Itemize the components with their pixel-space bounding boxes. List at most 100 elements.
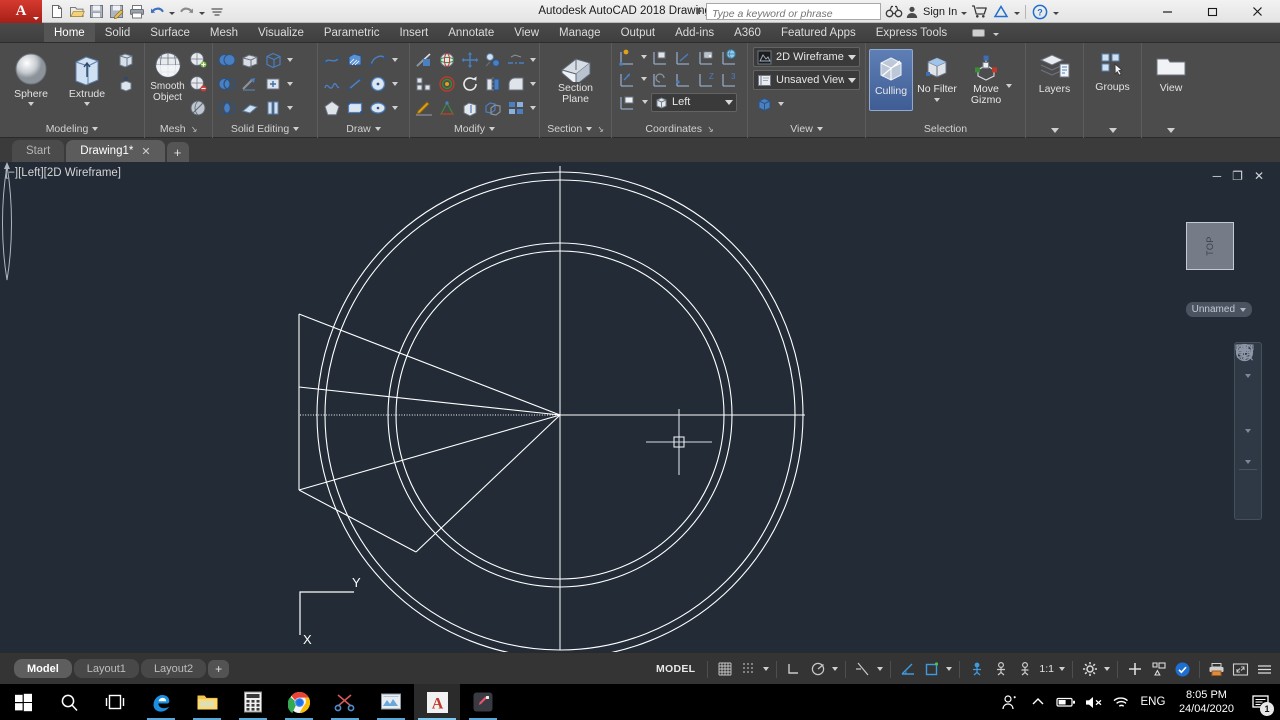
autocad-button[interactable]: A (414, 684, 460, 720)
panel-label-section[interactable]: Section ↘ (540, 122, 611, 138)
modify-row1-caret[interactable] (528, 49, 537, 71)
named-ucs-icon[interactable] (616, 91, 638, 113)
search-button[interactable] (46, 684, 92, 720)
3d-scale-icon[interactable] (436, 97, 458, 119)
binoculars-search-icon[interactable] (884, 2, 903, 21)
cart-icon[interactable] (970, 2, 989, 21)
smooth-more-icon[interactable] (187, 49, 209, 71)
show-hidden-icons-icon[interactable] (1025, 684, 1051, 720)
ribbon-tab-manage[interactable]: Manage (549, 23, 611, 42)
ribbon-tab-annotate[interactable]: Annotate (438, 23, 504, 42)
ribbon-display-icon[interactable] (969, 23, 988, 42)
circle-icon[interactable] (367, 73, 389, 95)
ribbon-tab-a360[interactable]: A360 (724, 23, 771, 42)
viewcube-toggle-caret[interactable] (776, 93, 785, 115)
smooth-less-icon[interactable] (187, 73, 209, 95)
section-plane-button[interactable]: Section Plane (545, 47, 607, 105)
showmotion-thumbnails-icon[interactable] (1235, 344, 1260, 495)
slice-icon[interactable] (413, 49, 435, 71)
new-icon[interactable] (47, 2, 66, 21)
zoom-icon[interactable] (1236, 345, 1260, 425)
ucs-view-icon[interactable] (695, 46, 717, 68)
search-input[interactable] (707, 6, 880, 22)
solid-imprint-icon[interactable] (262, 73, 284, 95)
undo-icon[interactable] (147, 2, 166, 21)
view-panel-expand[interactable] (1142, 122, 1200, 138)
world-ucs-icon[interactable] (718, 46, 740, 68)
ucs-object-icon[interactable] (672, 46, 694, 68)
ortho-icon[interactable] (782, 658, 805, 681)
solid-clean-icon[interactable] (239, 97, 261, 119)
plot-status-icon[interactable] (1205, 658, 1228, 681)
visual-style-select[interactable]: 2D Wireframe (753, 47, 860, 67)
spline-icon[interactable] (321, 73, 343, 95)
lineweight-icon[interactable] (965, 658, 988, 681)
ucs-origin-icon[interactable] (616, 68, 638, 90)
chevron-down-icon[interactable] (1006, 84, 1012, 88)
ribbon-tab-addins[interactable]: Add-ins (665, 23, 724, 42)
edge-button[interactable] (138, 684, 184, 720)
solid-separate-icon[interactable] (262, 97, 284, 119)
ribbon-tab-output[interactable]: Output (611, 23, 666, 42)
solid-box-icon[interactable] (262, 49, 284, 71)
view-window-icon[interactable] (1154, 53, 1188, 79)
task-view-button[interactable] (92, 684, 138, 720)
help-dropdown-caret[interactable] (1051, 2, 1060, 21)
workspace-gear-icon[interactable] (1078, 658, 1101, 681)
arc-icon[interactable] (367, 49, 389, 71)
solid-imprint-caret[interactable] (285, 73, 294, 95)
presspull-icon[interactable] (115, 73, 137, 95)
clean-screen-icon[interactable] (1229, 658, 1252, 681)
model-paper-toggle[interactable]: MODEL (649, 663, 702, 675)
scale-caret[interactable] (1057, 658, 1067, 681)
transparency-icon[interactable] (989, 658, 1012, 681)
search-expand-icon[interactable] (697, 7, 702, 15)
pan-hand-icon[interactable] (1236, 346, 1260, 402)
polysolid-icon[interactable] (115, 49, 137, 71)
osnap-caret[interactable] (944, 658, 954, 681)
help-icon[interactable]: ? (1030, 2, 1049, 21)
solid-taper-icon[interactable] (239, 73, 261, 95)
layout-tab-layout1[interactable]: Layout1 (73, 659, 139, 678)
application-menu-button[interactable]: A (0, 0, 42, 23)
autodesk-logo-icon[interactable] (991, 2, 1010, 21)
modify-row3-caret[interactable] (528, 97, 537, 119)
saved-view-select[interactable]: Unsaved View (753, 70, 860, 90)
panel-label-modify[interactable]: Modify (410, 122, 539, 138)
polyline-icon[interactable] (321, 49, 343, 71)
polar-tracking-icon[interactable] (806, 658, 829, 681)
people-icon[interactable] (997, 684, 1023, 720)
ucs-3point-icon[interactable] (616, 46, 638, 68)
status-menu-icon[interactable] (1253, 658, 1276, 681)
annotation-scale-label[interactable]: 1:1 (1037, 663, 1056, 675)
ucs-z-icon[interactable]: Z (695, 68, 717, 90)
clock[interactable]: 8:05 PM 24/04/2020 (1171, 688, 1242, 716)
viewcube-toggle-icon[interactable] (753, 93, 775, 115)
ribbon-tab-insert[interactable]: Insert (389, 23, 438, 42)
groups-icon[interactable] (1098, 51, 1128, 79)
ucs-origin-caret[interactable] (639, 68, 648, 90)
ribbon-tab-featured-apps[interactable]: Featured Apps (771, 23, 866, 42)
polar-caret[interactable] (830, 658, 840, 681)
isolate-objects-icon[interactable] (1147, 658, 1170, 681)
redo-icon[interactable] (177, 2, 196, 21)
move-gizmo-button[interactable]: Move Gizmo (961, 49, 1012, 111)
solid-separate-caret[interactable] (285, 97, 294, 119)
ucs-3point-caret[interactable] (639, 46, 648, 68)
extract-edges-icon[interactable] (505, 49, 527, 71)
angle-constraint-icon[interactable] (896, 658, 919, 681)
zoom-caret[interactable] (1245, 427, 1251, 433)
sign-in-button[interactable]: Sign In (905, 5, 957, 19)
panel-label-coordinates[interactable]: Coordinates ↘ (612, 122, 747, 138)
panel-label-draw[interactable]: Draw (318, 122, 409, 138)
snipping-tool-button[interactable] (322, 684, 368, 720)
selection-cycling-icon[interactable] (1013, 658, 1036, 681)
paint-button[interactable] (368, 684, 414, 720)
autodesk-dropdown-caret[interactable] (1012, 2, 1021, 21)
panel-label-solid-editing[interactable]: Solid Editing (213, 122, 317, 138)
panel-dialog-launcher-icon[interactable]: ↘ (706, 124, 714, 135)
start-button[interactable] (0, 684, 46, 720)
3d-offset-icon[interactable] (482, 97, 504, 119)
named-ucs-caret[interactable] (640, 91, 649, 113)
ribbon-display-caret[interactable] (991, 23, 1000, 42)
